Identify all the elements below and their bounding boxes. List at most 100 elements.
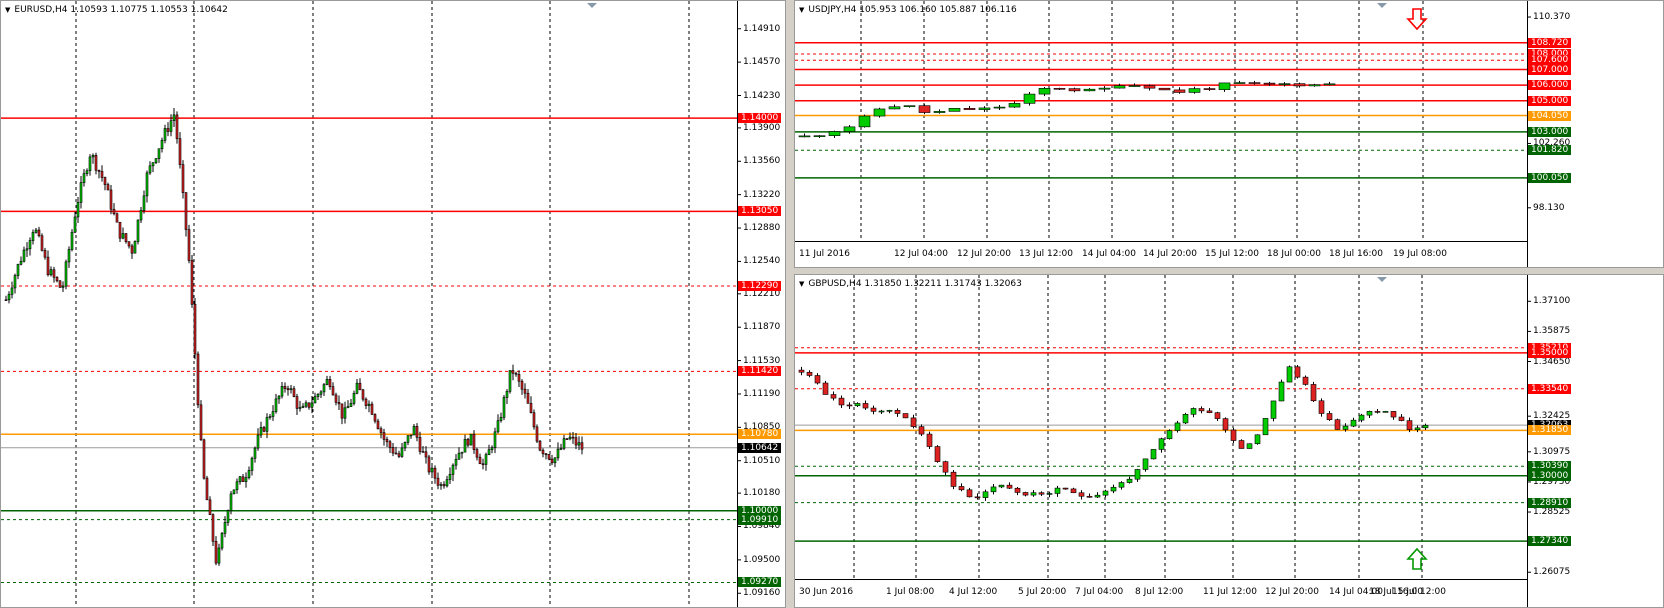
price-scale-label: 1.11530 [743,355,781,366]
candle-body [55,276,59,282]
candle-body [1143,85,1156,89]
candle-body [1263,82,1276,85]
eurusd-chart-window[interactable]: ▼ EURUSD,H4 1.10593 1.10775 1.10553 1.106… [0,0,786,608]
candle-body [888,106,901,110]
candle-body [958,486,965,491]
candle-body [998,484,1005,488]
level-tag-1.09270: 1.09270 [738,577,782,588]
candle-body [139,210,143,221]
candle-body [415,426,419,438]
candle-body [10,287,14,295]
candle-body [1022,492,1029,496]
time-scale-label: 11 Jul 2016 [799,249,850,259]
candle-body [238,476,242,483]
candle-body [106,184,110,191]
candle-body [1318,400,1325,414]
candle-body [454,458,458,466]
time-scale-label: 18 Jul 16:00 [1329,249,1383,259]
price-scale-label: 1.12540 [743,256,781,267]
candle-body [894,410,901,414]
candle-body [1150,449,1157,460]
candle-body [283,386,287,389]
candle-body [1206,410,1213,413]
candle-body [151,162,155,167]
price-scale-label: 1.14230 [743,90,781,101]
candle-body [382,432,386,440]
usdjpy-chart-window[interactable]: ▼ USDJPY,H4 105.953 106.160 105.887 106.1… [794,0,1664,268]
candle-body [580,442,584,450]
eurusd-price-chart[interactable] [1,1,786,608]
candle-body [565,438,569,440]
candle-body [1350,419,1357,427]
time-scale-label: 15 Jul 12:00 [1205,249,1259,259]
candle-body [76,202,80,218]
level-tag-1.27340: 1.27340 [1528,536,1572,547]
candle-body [926,433,933,447]
candle-body [370,403,374,415]
candle-body [493,431,497,448]
level-tag-1.28910: 1.28910 [1528,497,1572,508]
candle-body [40,235,44,251]
candle-body [1118,482,1125,488]
candle-body [1238,440,1245,449]
candle-body [157,148,161,159]
candle-body [136,219,140,242]
candle-body [1414,427,1421,430]
vertical-splitter[interactable] [786,0,794,608]
candle-body [577,442,581,446]
price-scale-label: 1.13220 [743,189,781,200]
candle-body [265,417,269,432]
candle-body [328,379,332,387]
candle-body [229,493,233,511]
candle-body [379,428,383,433]
candle-body [843,126,856,132]
candle-body [538,440,542,451]
candle-body [1126,478,1133,483]
candle-body [854,403,861,407]
candle-body [541,449,545,455]
candle-body [798,369,805,373]
candle-body [1230,429,1237,441]
price-scale-label: 1.26075 [1533,567,1571,578]
candle-body [322,384,326,393]
candle-body [1188,88,1201,93]
chart-shift-marker-icon[interactable] [587,3,597,8]
candle-body [547,454,551,460]
candle-body [553,457,557,464]
candle-body [1248,82,1261,84]
candle-body [115,213,119,223]
price-scale-label: 1.09500 [743,554,781,565]
chart-shift-marker-icon[interactable] [1377,277,1387,282]
level-tag-107.000: 107.000 [1528,64,1572,75]
candle-body [46,256,50,276]
candle-body [220,532,224,549]
chart-shift-marker-icon[interactable] [1377,3,1387,8]
candle-body [253,447,257,459]
candle-body [175,114,179,139]
candle-body [4,299,8,302]
candle-body [13,275,17,289]
candle-body [1008,103,1021,108]
candle-body [499,417,503,421]
candle-body [25,248,29,251]
gbpusd-price-chart[interactable] [795,275,1664,608]
candle-body [571,436,575,439]
candle-body [490,447,494,451]
candle-body [406,435,410,443]
price-scale-label: 110.370 [1533,12,1571,23]
candle-body [870,407,877,412]
candle-body [208,499,212,515]
eurusd-symbol-ohlc: EURUSD,H4 1.10593 1.10775 1.10553 1.1064… [14,5,228,15]
usdjpy-symbol-ohlc: USDJPY,H4 105.953 106.160 105.887 106.11… [808,5,1017,15]
level-tag-1.14000: 1.14000 [738,113,782,124]
chart-menu-triangle-icon[interactable]: ▼ [799,6,804,14]
candle-body [61,285,65,288]
chart-menu-triangle-icon[interactable]: ▼ [799,280,804,288]
chart-menu-triangle-icon[interactable]: ▼ [5,6,10,14]
candle-body [1293,83,1306,87]
candle-body [409,434,413,437]
gbpusd-chart-window[interactable]: ▼ GBPUSD,H4 1.31850 1.32211 1.31743 1.320… [794,274,1664,608]
candle-body [202,439,206,479]
level-tag-1.13050: 1.13050 [738,206,782,217]
candle-body [1062,487,1069,490]
